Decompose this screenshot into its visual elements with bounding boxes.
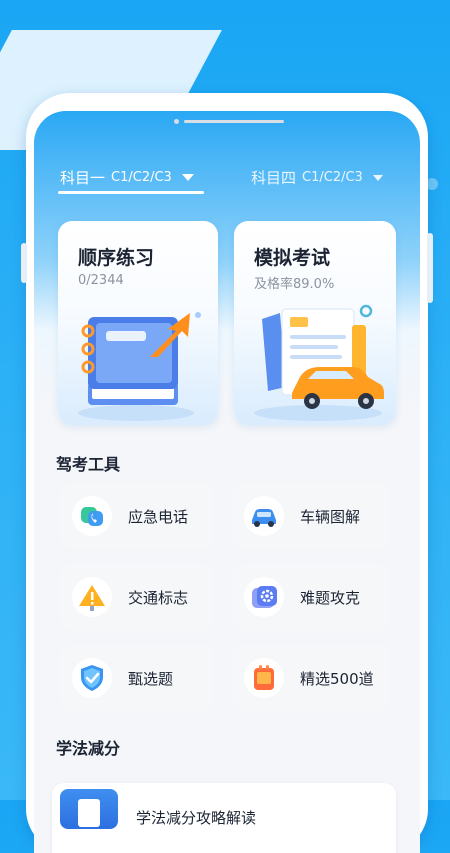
phone-side-button — [21, 243, 27, 283]
tool-label: 精选500道 — [300, 669, 374, 688]
tool-label: 难题攻克 — [300, 588, 361, 607]
book-arrow-icon — [78, 312, 201, 421]
tools-section-title: 驾考工具 — [56, 455, 121, 474]
phone-icon — [72, 496, 112, 536]
law-item-card[interactable]: 学法减分攻略解读 — [52, 783, 396, 853]
tool-selected-questions[interactable]: 甄选题 — [60, 645, 214, 711]
speaker-line — [184, 120, 284, 123]
caret-down-icon — [181, 174, 194, 181]
sequential-practice-card[interactable]: 顺序练习 0/2344 — [58, 221, 218, 425]
tool-vehicle-diagram[interactable]: 车辆图解 — [232, 483, 390, 549]
tool-label: 交通标志 — [128, 588, 189, 607]
tool-emergency-call[interactable]: 应急电话 — [60, 483, 214, 549]
exam-car-icon — [254, 304, 384, 421]
active-tab-indicator — [58, 191, 204, 194]
tool-top-500[interactable]: 精选500道 — [232, 645, 390, 711]
license-type: C1/C2/C3 — [302, 170, 363, 185]
pass-rate: 及格率89.0% — [254, 277, 335, 292]
app-screen: 科目一 C1/C2/C3 科目四 C1/C2/C3 顺序练习 0/2344 模拟… — [34, 111, 420, 853]
tool-label: 车辆图解 — [300, 507, 361, 526]
tab-title: 科目四 — [251, 169, 297, 187]
mock-exam-card[interactable]: 模拟考试 及格率89.0% — [234, 221, 396, 425]
tab-subject-four[interactable]: 科目四 C1/C2/C3 — [251, 167, 383, 188]
practice-progress: 0/2344 — [78, 273, 124, 288]
book-500-icon — [244, 658, 284, 698]
shield-check-icon — [72, 658, 112, 698]
car-icon — [244, 496, 284, 536]
tool-hard-questions[interactable]: 难题攻克 — [232, 564, 390, 630]
card-title: 模拟考试 — [254, 247, 331, 269]
phone-frame: 科目一 C1/C2/C3 科目四 C1/C2/C3 顺序练习 0/2344 模拟… — [21, 93, 433, 853]
tab-subject-one[interactable]: 科目一 C1/C2/C3 — [60, 167, 194, 188]
card-title: 顺序练习 — [78, 247, 155, 269]
tool-traffic-signs[interactable]: 交通标志 — [60, 564, 214, 630]
camera-dot — [174, 119, 179, 124]
document-thumbnail-icon — [60, 789, 118, 829]
tool-label: 甄选题 — [128, 669, 174, 688]
gear-icon — [244, 577, 284, 617]
tool-label: 应急电话 — [128, 507, 189, 526]
law-section-title: 学法减分 — [56, 739, 121, 758]
tab-title: 科目一 — [60, 169, 106, 187]
law-item-label: 学法减分攻略解读 — [136, 809, 257, 827]
phone-side-button — [427, 233, 433, 303]
caret-down-icon — [372, 174, 383, 181]
warning-sign-icon — [72, 577, 112, 617]
license-type: C1/C2/C3 — [111, 170, 172, 185]
